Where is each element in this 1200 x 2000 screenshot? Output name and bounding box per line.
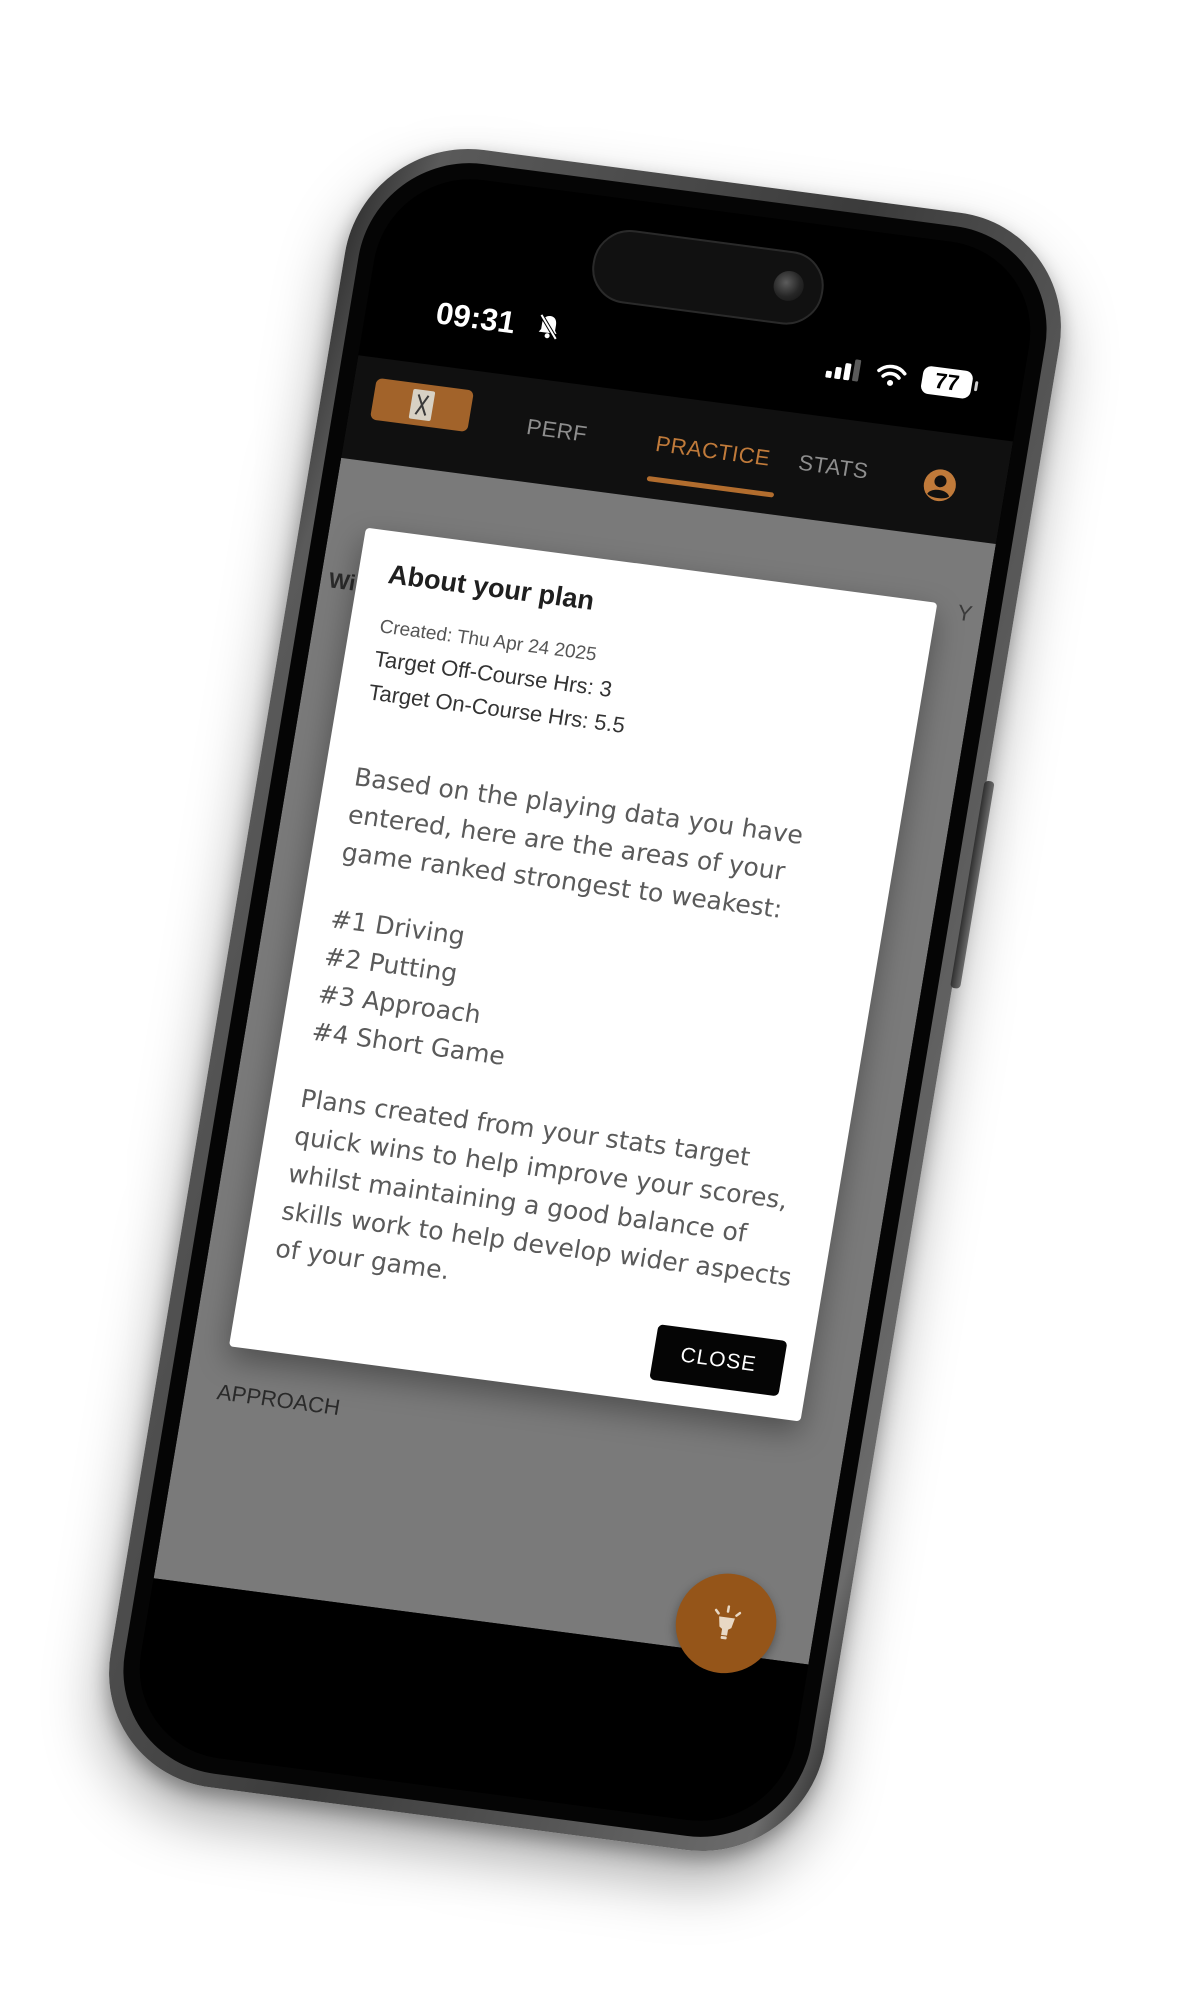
background-text-left: Wi	[326, 567, 358, 596]
phone: 09:31 77 PERF PRACTICE STATS Wi Y APPROA…	[90, 134, 1080, 1866]
cellular-signal-icon	[825, 359, 862, 382]
dialog-outro-text: Plans created from your stats target qui…	[273, 1083, 794, 1292]
bell-slash-icon	[538, 313, 558, 340]
app-logo-icon	[408, 388, 436, 422]
plan-metadata: Created: Thu Apr 24 2025 Target Off-Cour…	[365, 616, 637, 746]
strength-ranking-list: #1 Driving #2 Putting #3 Approach #4 Sho…	[309, 900, 846, 1117]
battery-icon: 77	[919, 365, 979, 400]
app-logo-button[interactable]	[369, 377, 475, 433]
tab-stats[interactable]: STATS	[796, 450, 871, 485]
section-label-approach: APPROACH	[215, 1379, 342, 1421]
battery-nub	[973, 381, 979, 392]
tab-perf[interactable]: PERF	[525, 414, 589, 448]
device-mockup: 09:31 77 PERF PRACTICE STATS Wi Y APPROA…	[0, 0, 1200, 2000]
camera-lens-icon	[771, 269, 807, 303]
lightbulb-icon	[714, 1605, 742, 1640]
account-circle-icon[interactable]	[920, 466, 959, 504]
tab-practice[interactable]: PRACTICE	[654, 431, 772, 472]
phone-screen: 09:31 77 PERF PRACTICE STATS Wi Y APPROA…	[125, 167, 1045, 1833]
wifi-icon	[877, 364, 907, 386]
background-text-right: Y	[955, 599, 975, 627]
battery-level: 77	[932, 367, 962, 396]
status-icons: 77	[825, 353, 979, 400]
dialog-body: Based on the playing data you have enter…	[268, 758, 870, 1364]
dialog-title: About your plan	[386, 559, 597, 616]
active-tab-indicator	[646, 475, 775, 498]
status-time: 09:31	[433, 295, 518, 341]
